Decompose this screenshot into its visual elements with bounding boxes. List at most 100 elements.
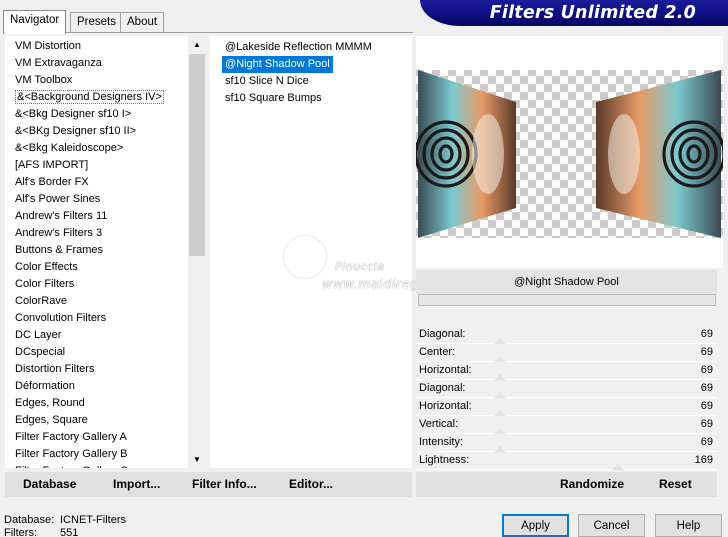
category-item[interactable]: [AFS IMPORT] [5,158,188,175]
parameter-value: 69 [700,364,713,376]
parameter-label: Intensity: [419,436,464,448]
randomize-button[interactable]: Randomize [560,477,624,491]
parameter-label: Diagonal: [419,328,466,340]
category-item-label: VM Distortion [15,40,82,52]
filter-item-selected[interactable]: @Night Shadow Pool [221,55,334,74]
category-item-label: Alf's Border FX [15,176,89,188]
title-banner: Filters Unlimited 2.0 [420,0,728,26]
filter-toolbar: Database Import... Filter Info... Editor… [5,472,412,497]
category-item[interactable]: &<Bkg Kaleidoscope> [5,141,188,158]
parameter-slider-row[interactable]: Diagonal: 69 [416,326,717,344]
category-item-label: Filter Factory Gallery B [15,448,128,460]
category-item-label: &<Bkg Kaleidoscope> [15,142,124,154]
tab-presets[interactable]: Presets [70,12,123,33]
apply-button[interactable]: Apply [502,514,569,537]
parameter-slider-row[interactable]: Horizontal: 69 [416,362,717,380]
category-item-label: Color Filters [15,278,75,290]
tab-navigator[interactable]: Navigator [3,10,67,34]
preview-image [416,70,723,238]
category-item-label: Filter Factory Gallery C [15,465,128,468]
category-item-label: Déformation [15,380,75,392]
category-item-label: Color Effects [15,261,78,273]
category-item[interactable]: Filter Factory Gallery B [5,447,188,464]
category-item[interactable]: Andrew's Filters 3 [5,226,188,243]
banner-title: Filters Unlimited 2.0 [489,3,696,23]
category-item-label: &<Background Designers IV> [15,90,164,104]
category-listbox[interactable]: VM Distortion VM Extravaganza VM Toolbox &<… [5,36,206,468]
category-item[interactable]: Alf's Power Sines [5,192,188,209]
import-button[interactable]: Import... [113,477,160,491]
category-item[interactable]: DC Layer [5,328,188,345]
scroll-down-icon[interactable]: ▼ [188,451,206,468]
category-item-label: Andrew's Filters 11 [15,210,108,222]
category-item-label: DCspecial [15,346,66,358]
category-item-label: &<Bkg Designer sf10 I> [15,108,132,120]
category-item[interactable]: Color Filters [5,277,188,294]
filter-item[interactable]: @Lakeside Reflection MMMM [222,39,375,56]
category-item-selected[interactable]: &<Background Designers IV> [5,90,188,107]
category-item[interactable]: Distortion Filters [5,362,188,379]
parameter-slider-row[interactable]: Diagonal: 69 [416,380,717,398]
parameter-slider-row[interactable]: Intensity: 69 [416,434,717,452]
parameter-value: 69 [700,436,713,448]
filter-info-button[interactable]: Filter Info... [192,477,257,491]
category-item[interactable]: Andrew's Filters 11 [5,209,188,226]
current-filter-name: @Night Shadow Pool [416,270,717,294]
database-button[interactable]: Database [23,477,76,491]
parameter-value: 69 [700,400,713,412]
parameter-value: 69 [700,346,713,358]
parameter-label: Center: [419,346,456,358]
category-item-label: &<BKg Designer sf10 II> [15,125,137,137]
filter-item[interactable]: sf10 Square Bumps [222,90,325,107]
filters-count-label: Filters: [4,527,37,537]
category-item[interactable]: Alf's Border FX [5,175,188,192]
parameter-label: Horizontal: [419,364,472,376]
parameter-value: 69 [700,328,713,340]
help-button[interactable]: Help [655,514,722,537]
slider-track[interactable] [416,469,717,470]
tab-about[interactable]: About [120,12,165,33]
parameter-slider-row[interactable]: Vertical: 69 [416,416,717,434]
parameter-slider-row[interactable]: Lightness: 169 [416,452,717,470]
database-label: Database: [4,514,55,526]
slider-thumb-icon[interactable] [612,464,624,470]
category-item[interactable]: &<Bkg Designer sf10 I> [5,107,188,124]
parameter-slider-row[interactable]: Horizontal: 69 [416,398,717,416]
category-item[interactable]: VM Extravaganza [5,56,188,73]
category-item[interactable]: DCspecial [5,345,188,362]
filter-item[interactable]: sf10 Slice N Dice [222,73,312,90]
reset-button[interactable]: Reset [659,477,692,491]
category-item[interactable]: &<BKg Designer sf10 II> [5,124,188,141]
category-item-label: DC Layer [15,329,62,341]
watermark-author: Pinuccia [335,260,385,273]
cancel-button[interactable]: Cancel [578,514,645,537]
category-item[interactable]: Filter Factory Gallery A [5,430,188,447]
database-value: ICNET-Filters [60,514,126,526]
scroll-up-icon[interactable]: ▲ [188,36,206,53]
progress-bar [418,294,716,306]
category-item[interactable]: Edges, Round [5,396,188,413]
category-item-label: Convolution Filters [15,312,107,324]
category-list: VM Distortion VM Extravaganza VM Toolbox &<… [5,39,188,468]
parameter-value: 69 [700,418,713,430]
category-item[interactable]: VM Distortion [5,39,188,56]
category-item[interactable]: Edges, Square [5,413,188,430]
editor-button[interactable]: Editor... [289,477,333,491]
parameter-slider-row[interactable]: Center: 69 [416,344,717,362]
category-item[interactable]: Filter Factory Gallery C [5,464,188,468]
scrollbar-thumb[interactable] [189,54,205,256]
category-item[interactable]: Color Effects [5,260,188,277]
category-item-label: Alf's Power Sines [15,193,101,205]
watermark-logo [284,236,326,278]
category-scrollbar[interactable]: ▲ ▼ [188,36,206,468]
category-item-label: Distortion Filters [15,363,95,375]
parameter-value: 169 [694,454,713,466]
category-item[interactable]: ColorRave [5,294,188,311]
category-item[interactable]: Buttons & Frames [5,243,188,260]
parameter-label: Vertical: [419,418,459,430]
category-item[interactable]: Convolution Filters [5,311,188,328]
category-item[interactable]: VM Toolbox [5,73,188,90]
parameter-toolbar: Randomize Reset [416,472,717,497]
category-item[interactable]: Déformation [5,379,188,396]
category-item-label: ColorRave [15,295,67,307]
